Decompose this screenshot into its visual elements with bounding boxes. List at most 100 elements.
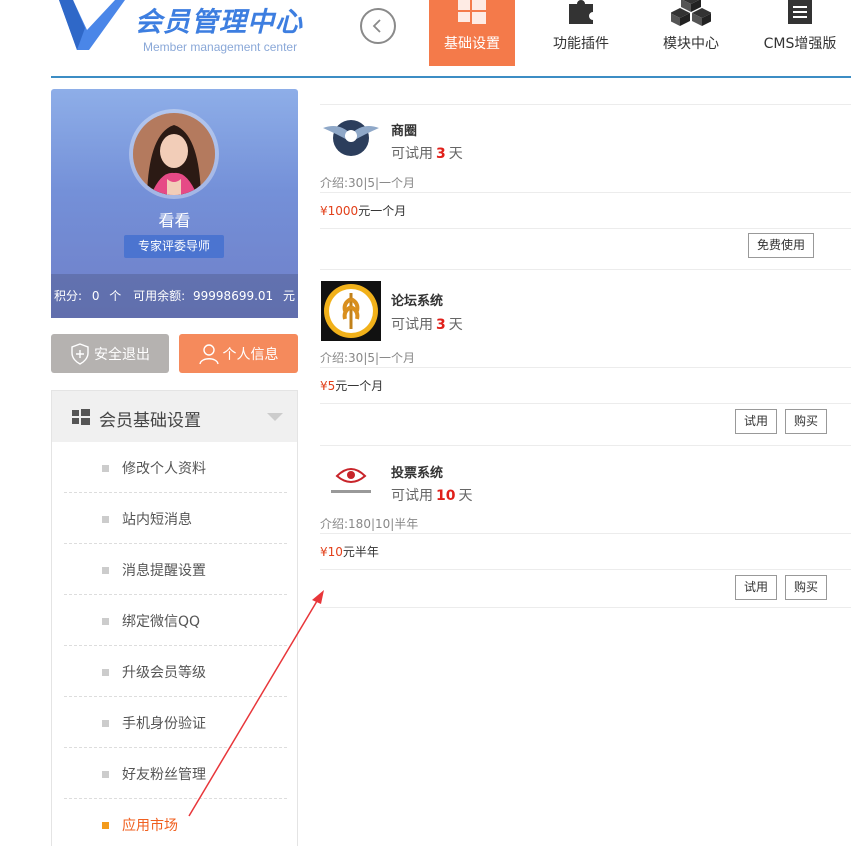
trial-button[interactable]: 试用: [735, 575, 777, 600]
trial-button[interactable]: 试用: [735, 409, 777, 434]
shield-icon: [71, 342, 89, 365]
trial-suffix: 天: [448, 146, 463, 162]
sidebar-item-label: 好友粉丝管理: [122, 767, 206, 783]
tab-modules[interactable]: 模块中心: [648, 0, 734, 66]
trial-days: 10: [436, 488, 456, 504]
tab-plugins[interactable]: 功能插件: [538, 0, 624, 66]
app-name[interactable]: 商圈: [391, 120, 417, 139]
free-use-button[interactable]: 免费使用: [748, 233, 814, 258]
bullet-icon: [102, 465, 109, 472]
header-divider: [51, 76, 851, 78]
trial-prefix: 可试用: [391, 146, 433, 162]
avatar-photo: [133, 113, 215, 195]
price-amount: ¥10: [320, 545, 343, 559]
bullet-icon: [102, 618, 109, 625]
trial-info: 可试用 3 天: [391, 314, 463, 334]
app-thumbnail[interactable]: [321, 114, 381, 174]
bullet-icon: [102, 822, 109, 829]
balance-label: 可用余额:: [133, 289, 186, 303]
sidebar-item-label: 应用市场: [122, 818, 178, 834]
price-amount: ¥1000: [320, 204, 359, 218]
sidebar-item-label: 站内短消息: [122, 512, 192, 528]
tab-label: CMS增强版: [763, 36, 837, 52]
sidebar-item-bind-wechat-qq[interactable]: 绑定微信QQ: [64, 595, 287, 646]
app-name[interactable]: 投票系统: [391, 462, 443, 481]
balance-unit: 元: [283, 289, 296, 303]
logo-mark-icon: [59, 0, 125, 50]
points-label: 积分:: [53, 289, 82, 303]
user-icon: [198, 343, 219, 364]
price-amount: ¥5: [320, 379, 336, 393]
tab-label: 模块中心: [663, 36, 719, 52]
app-card: 论坛系统 可试用 3 天 介绍:30|5|一个月 ¥5元一个月 试用 购买: [320, 270, 851, 446]
role-badge: 专家评委导师: [124, 235, 224, 258]
tab-label: 基础设置: [444, 36, 500, 52]
sidebar-item-app-market[interactable]: 应用市场: [64, 799, 287, 846]
bullet-icon: [102, 516, 109, 523]
windows-icon: [72, 409, 90, 425]
username: 看看: [158, 211, 191, 230]
trial-info: 可试用 10 天: [391, 485, 472, 505]
trial-prefix: 可试用: [391, 317, 433, 333]
buy-button[interactable]: 购买: [785, 575, 827, 600]
sidebar-item-friends-fans[interactable]: 好友粉丝管理: [64, 748, 287, 799]
app-card: 投票系统 可试用 10 天 介绍:180|10|半年 ¥10元半年 试用 购买: [320, 446, 851, 608]
tab-label: 功能插件: [553, 36, 609, 52]
app-price: ¥5元一个月: [320, 368, 851, 404]
app-intro: 介绍:180|10|半年: [320, 515, 851, 534]
trial-suffix: 天: [458, 488, 473, 504]
app-name[interactable]: 论坛系统: [391, 290, 443, 309]
points-value: 0: [91, 289, 100, 303]
account-stats: 积分: 0 个 可用余额: 99998699.01 元: [51, 274, 298, 318]
logout-button[interactable]: 安全退出: [51, 334, 169, 373]
avatar[interactable]: [133, 113, 215, 195]
price-period: 元半年: [342, 545, 379, 559]
app-actions: 试用 购买: [320, 569, 851, 608]
price-period: 元一个月: [358, 204, 407, 218]
trial-info: 可试用 3 天: [391, 143, 463, 163]
sidebar-item-label: 消息提醒设置: [122, 563, 206, 579]
trial-suffix: 天: [448, 317, 463, 333]
bullet-icon: [102, 669, 109, 676]
windows-icon: [458, 0, 486, 24]
buy-button[interactable]: 购买: [785, 409, 827, 434]
app-thumbnail[interactable]: [321, 281, 381, 341]
trial-prefix: 可试用: [391, 488, 433, 504]
divider: [320, 104, 851, 105]
app-price: ¥10元半年: [320, 534, 851, 570]
sidebar-item-notifications[interactable]: 消息提醒设置: [64, 544, 287, 595]
bullet-icon: [102, 567, 109, 574]
chevron-down-icon[interactable]: [267, 413, 283, 421]
tab-cms[interactable]: CMS增强版: [757, 0, 843, 66]
app-actions: 免费使用: [320, 227, 851, 270]
brand-logo[interactable]: 会员管理中心 Member management center: [55, 0, 315, 62]
trial-days: 3: [436, 317, 446, 333]
trial-days: 3: [436, 146, 446, 162]
sidebar-item-label: 升级会员等级: [122, 665, 206, 681]
bullet-icon: [102, 771, 109, 778]
sidebar-item-edit-profile[interactable]: 修改个人资料: [64, 442, 287, 493]
app-thumbnail[interactable]: [321, 460, 381, 510]
balance-value: 99998699.01: [193, 289, 274, 303]
profile-info-label: 个人信息: [222, 346, 279, 363]
sidebar-menu: 会员基础设置 修改个人资料 站内短消息 消息提醒设置 绑定微信QQ 升级会员等级…: [51, 390, 298, 846]
menu-title: 会员基础设置: [99, 411, 201, 431]
sidebar-item-label: 绑定微信QQ: [122, 614, 201, 630]
app-actions: 试用 购买: [320, 403, 851, 446]
chevron-left-icon: [372, 19, 381, 33]
wheat-logo-icon: [321, 281, 381, 341]
logout-label: 安全退出: [94, 346, 150, 363]
sidebar-item-phone-verify[interactable]: 手机身份验证: [64, 697, 287, 748]
sidebar-item-upgrade-level[interactable]: 升级会员等级: [64, 646, 287, 697]
profile-info-button[interactable]: 个人信息: [179, 334, 298, 373]
app-card: 商圈 可试用 3 天 介绍:30|5|一个月 ¥1000元一个月 免费使用: [320, 104, 851, 270]
points-unit: 个: [109, 289, 122, 303]
tab-basic-settings[interactable]: 基础设置: [429, 0, 515, 66]
app-intro: 介绍:30|5|一个月: [320, 349, 851, 368]
cubes-icon: [671, 0, 711, 26]
back-button[interactable]: [360, 8, 396, 44]
menu-header[interactable]: 会员基础设置: [52, 391, 297, 442]
sidebar-item-messages[interactable]: 站内短消息: [64, 493, 287, 544]
sidebar-item-label: 手机身份验证: [122, 716, 206, 732]
document-icon: [788, 0, 812, 24]
